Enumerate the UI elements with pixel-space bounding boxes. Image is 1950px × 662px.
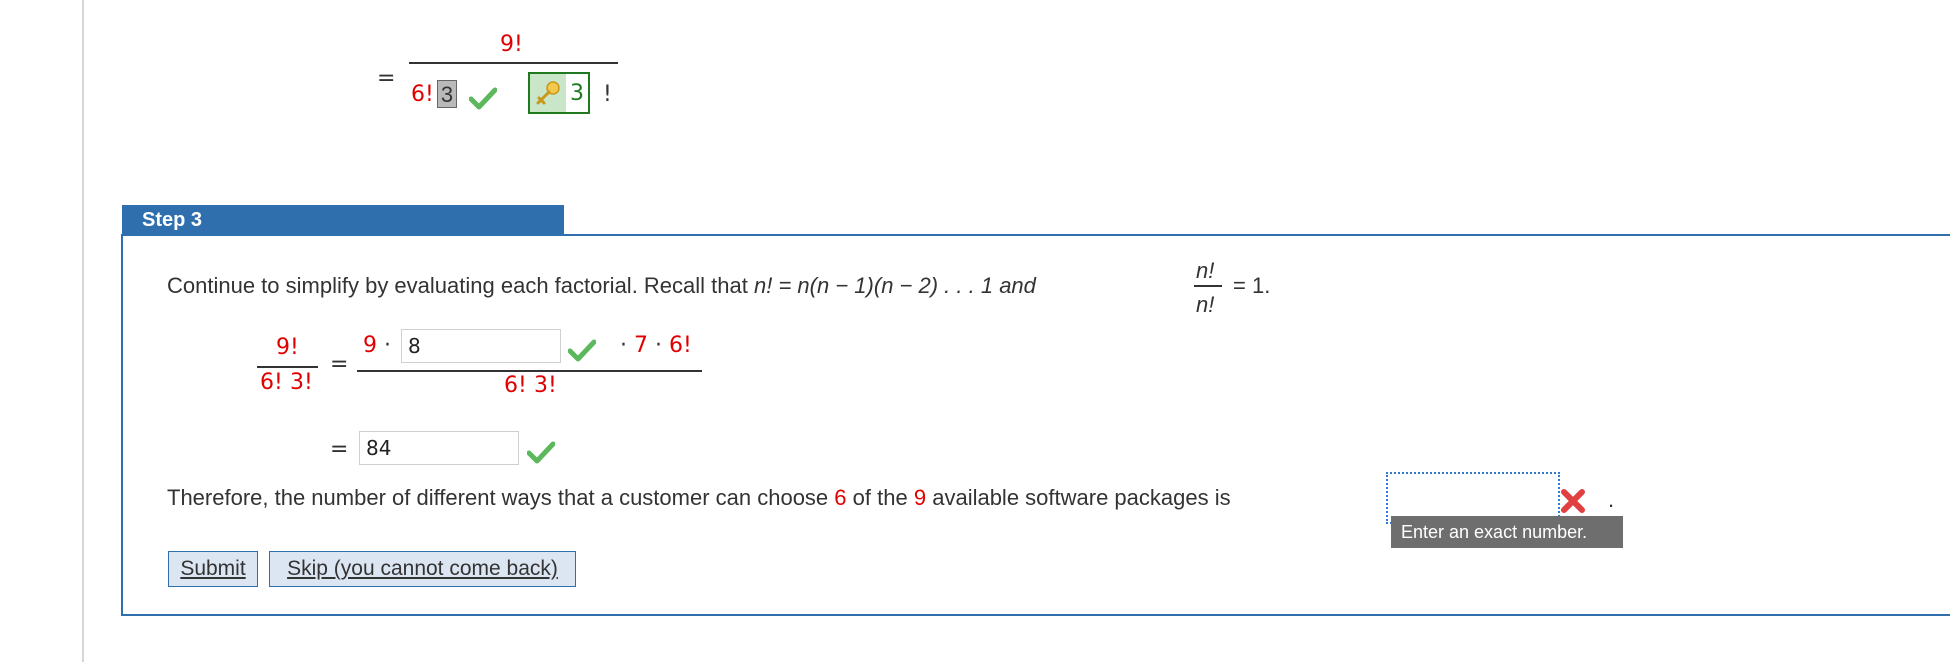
intro-formula: ! = n(n − 1)(n − 2) . . . 1 and (766, 273, 1036, 298)
identity-suffix: = 1. (1233, 273, 1271, 298)
identity-frac-bar (1194, 285, 1222, 287)
left-divider (82, 0, 84, 662)
answer-key-value: 3 (570, 80, 584, 106)
conclusion-six: 6 (834, 485, 847, 510)
rhs-num-dot: · (384, 333, 391, 358)
check-icon (527, 440, 555, 464)
lhs-numerator: 9! (276, 335, 299, 360)
check-icon (469, 86, 497, 110)
key-icon (530, 74, 566, 112)
rhs-denom-b: 3! (534, 373, 557, 398)
intro-prefix: Continue to simplify by evaluating each … (167, 273, 748, 298)
lhs-denom-b: 3! (290, 370, 313, 395)
top-numerator: 9! (500, 32, 523, 57)
identity-frac-num: n! (1196, 258, 1215, 283)
sentence-period: . (1608, 487, 1615, 512)
rhs-fraction-bar (357, 370, 702, 372)
rhs-num-nine: 9 (363, 333, 377, 358)
lhs-fraction-bar (257, 366, 318, 368)
intro-sentence: Continue to simplify by evaluating each … (167, 273, 1036, 299)
intro-n: n (754, 273, 767, 298)
step-header: Step 3 (122, 205, 564, 235)
conclusion-nine: 9 (913, 485, 927, 510)
skip-button[interactable]: Skip (you cannot come back) (268, 550, 577, 588)
input-hint-tooltip: Enter an exact number. (1391, 516, 1623, 548)
top-denom-six: 6! (411, 82, 434, 107)
top-bang: ! (603, 82, 612, 107)
result-input[interactable]: 84 (359, 431, 519, 465)
rhs-num-prefix: 9 · (363, 333, 391, 358)
denominator-answer-box: 3 (437, 80, 457, 108)
top-equals: = (377, 66, 396, 91)
main-equals: = (330, 352, 349, 377)
top-fraction-bar (409, 62, 618, 64)
factor-input[interactable]: 8 (401, 329, 561, 363)
rhs-num-suffix: · 7 · 6! (620, 333, 692, 358)
identity-frac-den: n! (1196, 292, 1215, 317)
error-x-icon (1560, 488, 1586, 514)
check-icon (568, 338, 596, 362)
submit-button[interactable]: Submit (167, 550, 259, 588)
answer-key-box: 3 (528, 72, 590, 114)
lhs-denom-a: 6! (260, 370, 283, 395)
conclusion-sentence: Therefore, the number of different ways … (167, 485, 1231, 510)
result-equals: = (330, 437, 349, 462)
rhs-denom-a: 6! (504, 373, 527, 398)
